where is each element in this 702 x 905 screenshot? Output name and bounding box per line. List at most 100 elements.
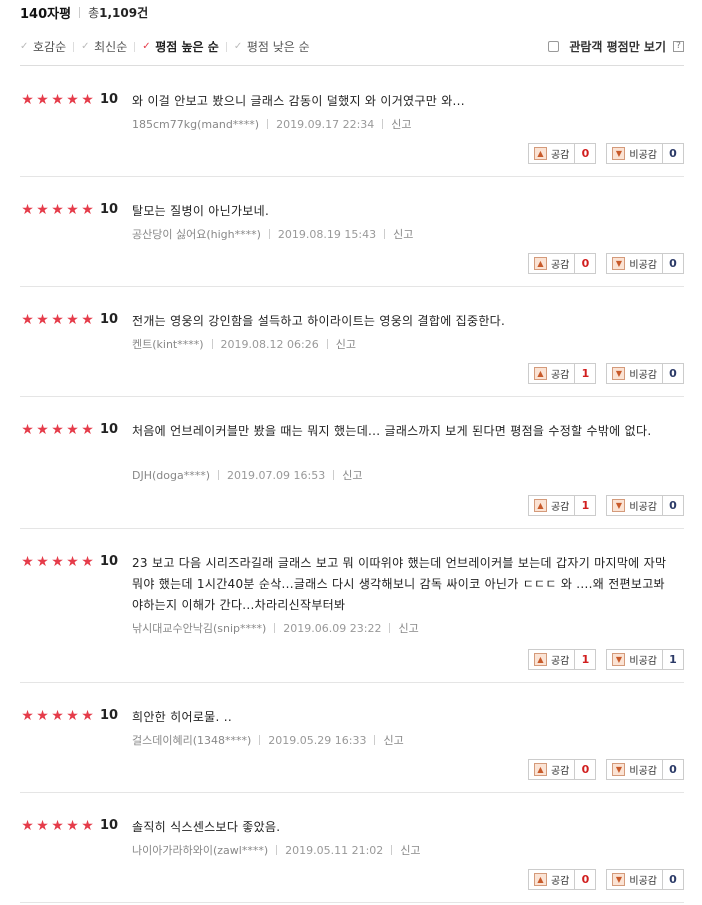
like-count: 0 [575,143,597,164]
like-button[interactable]: ▲ 공감 [527,363,576,384]
review-author: 나이아가라하와이(zawl****) [132,844,269,857]
sort-option[interactable]: ✓ 평점 낮은 순 [234,38,310,55]
report-link[interactable]: 신고 [393,226,413,242]
section-title: 140자평 [20,6,72,22]
dislike-button[interactable]: ▼ 비공감 [606,759,663,780]
sort-divider [134,41,136,52]
star-rating: ★ ★ ★ ★ ★ [20,93,95,107]
dislike-label[interactable]: 비공감 [629,146,657,161]
dislike-button[interactable]: ▼ 비공감 [606,495,663,516]
dislike-button[interactable]: ▼ 비공감 [606,869,663,890]
dislike-label[interactable]: 비공감 [629,366,657,381]
like-count: 0 [575,869,597,890]
dislike-label[interactable]: 비공감 [629,762,657,777]
review-item: ★ ★ ★ ★ ★ 10 탈모는 질병이 아닌가보네. 공산당이 싫어요(high****) 2… [20,177,684,287]
help-icon[interactable]: ? [673,41,684,52]
meta-divider [384,229,386,239]
thumbs-up-icon: ▲ [533,873,547,886]
vote-controls: ▲ 공감 0 ▼ 비공감 0 [527,253,684,274]
report-link[interactable]: 신고 [398,620,418,636]
like-button[interactable]: ▲ 공감 [527,253,576,274]
star-icon: ★ [21,312,34,328]
report-link[interactable]: 신고 [400,842,420,858]
star-icon: ★ [36,554,49,570]
star-rating: ★ ★ ★ ★ ★ [20,819,95,833]
like-label[interactable]: 공감 [551,498,569,513]
like-label[interactable]: 공감 [551,146,569,161]
review-score: 10 [100,708,119,723]
like-button[interactable]: ▲ 공감 [527,759,576,780]
vote-controls: ▲ 공감 0 ▼ 비공감 0 [527,143,684,164]
review-text: 전개는 영웅의 강인함을 설득하고 하이라이트는 영웅의 결합에 집중한다. [132,314,506,328]
star-icon: ★ [36,422,49,438]
review-score: 10 [100,312,119,327]
audience-filter[interactable]: 관람객 평점만 보기 ? [548,38,684,55]
dislike-count: 1 [663,649,684,670]
report-link[interactable]: 신고 [342,467,362,483]
like-count: 0 [575,759,597,780]
report-link[interactable]: 신고 [336,336,356,352]
meta-divider [268,229,270,239]
star-icon: ★ [81,312,94,328]
sort-option-label[interactable]: 평점 높은 순 [155,38,219,55]
sort-option[interactable]: ✓ 평점 높은 순 [142,38,219,55]
like-label[interactable]: 공감 [551,872,569,887]
review-meta: 켄트(kint****) 2019.08.12 06:26 신고 [132,336,356,352]
review-item: ★ ★ ★ ★ ★ 10 전개는 영웅의 강인함을 설득하고 하이라이트는 영웅의 결합에 … [20,287,684,397]
dislike-label[interactable]: 비공감 [629,256,657,271]
meta-divider [391,845,393,855]
like-label[interactable]: 공감 [551,366,569,381]
like-button[interactable]: ▲ 공감 [527,649,576,670]
thumbs-up-icon: ▲ [533,367,547,380]
review-score: 10 [100,422,119,437]
review-meta: 나이아가라하와이(zawl****) 2019.05.11 21:02 신고 [132,842,421,858]
like-button[interactable]: ▲ 공감 [527,495,576,516]
review-score: 10 [100,202,119,217]
meta-divider [274,623,276,633]
dislike-button[interactable]: ▼ 비공감 [606,649,663,670]
dislike-label[interactable]: 비공감 [629,652,657,667]
sort-option[interactable]: ✓ 호감순 [20,38,66,55]
review-meta: 걸스데이혜리(1348****) 2019.05.29 16:33 신고 [132,732,404,748]
review-author: DJH(doga****) [132,468,211,482]
like-button[interactable]: ▲ 공감 [527,869,576,890]
thumbs-up-icon: ▲ [533,147,547,160]
dislike-button[interactable]: ▼ 비공감 [606,253,663,274]
star-icon: ★ [36,202,49,218]
report-link[interactable]: 신고 [383,732,403,748]
sort-option-label[interactable]: 최신순 [94,38,127,55]
star-icon: ★ [81,708,94,724]
dislike-button[interactable]: ▼ 비공감 [606,363,663,384]
meta-divider [267,119,269,129]
review-header: 140자평 총1,109건 [20,2,148,22]
star-icon: ★ [36,818,49,834]
sort-option-label[interactable]: 평점 낮은 순 [247,38,310,55]
dislike-button[interactable]: ▼ 비공감 [606,143,663,164]
sort-option[interactable]: ✓ 최신순 [81,38,127,55]
report-link[interactable]: 신고 [391,116,411,132]
sort-option-label[interactable]: 호감순 [33,38,66,55]
star-icon: ★ [66,818,79,834]
review-author: 185cm77kg(mand****) [132,117,260,131]
review-date: 2019.05.11 21:02 [285,843,384,857]
like-label[interactable]: 공감 [551,256,569,271]
audience-filter-label[interactable]: 관람객 평점만 보기 [569,38,666,55]
star-icon: ★ [81,92,94,108]
review-author: 낚시대교수안낙김(snip****) [132,622,267,635]
like-label[interactable]: 공감 [551,652,569,667]
review-item: ★ ★ ★ ★ ★ 10 와 이걸 안보고 봤으니 글래스 감동이 덜했지 와 이거였구만 … [20,67,684,177]
star-rating: ★ ★ ★ ★ ★ [20,203,95,217]
review-text: 희안한 히어로물. .. [132,710,232,724]
star-icon: ★ [21,708,34,724]
star-icon: ★ [51,202,64,218]
thumbs-up-icon: ▲ [533,499,547,512]
check-icon: ✓ [81,40,90,52]
dislike-label[interactable]: 비공감 [629,872,657,887]
review-text: 23 보고 다음 시리즈라길래 글래스 보고 뭐 이따위야 했는데 언브레이커블… [132,556,667,612]
thumbs-up-icon: ▲ [533,257,547,270]
like-label[interactable]: 공감 [551,762,569,777]
dislike-label[interactable]: 비공감 [629,498,657,513]
like-button[interactable]: ▲ 공감 [527,143,576,164]
audience-checkbox[interactable] [548,41,560,52]
dislike-count: 0 [663,495,684,516]
